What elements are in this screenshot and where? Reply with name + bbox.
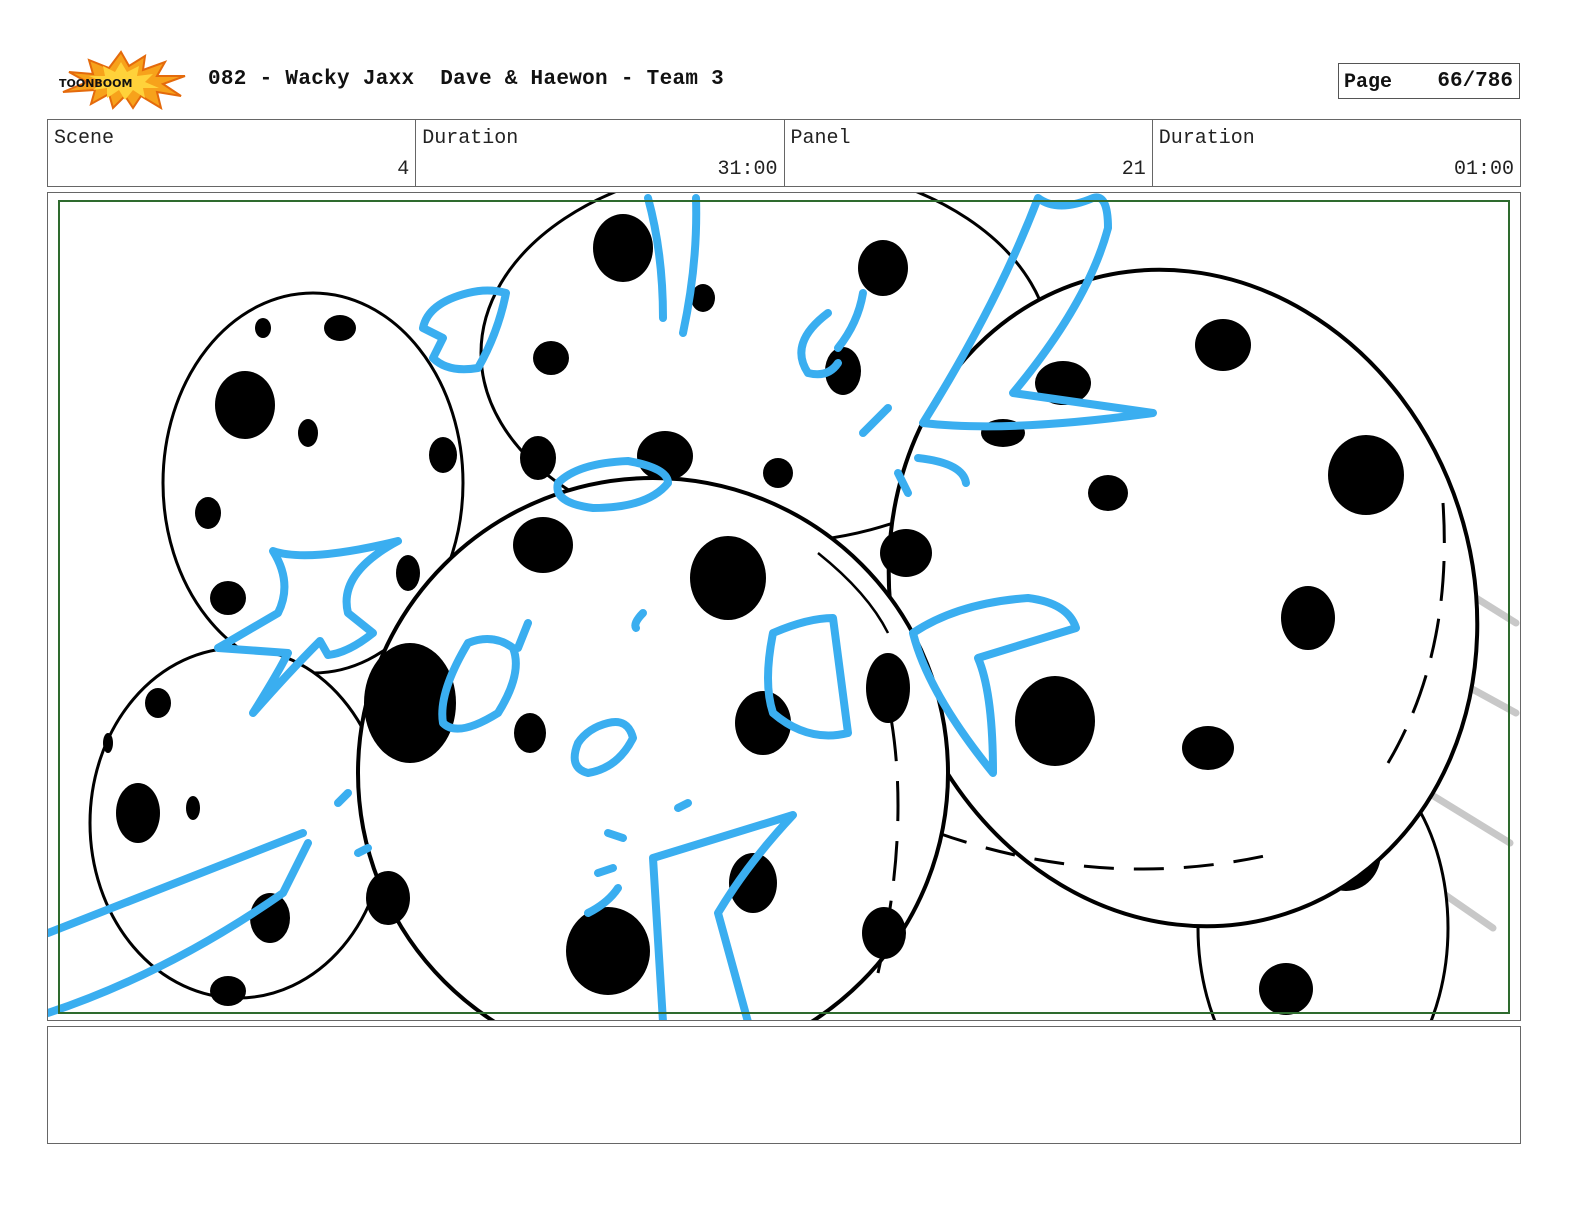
page-label: Page [1344, 71, 1393, 94]
panel-duration-value: 01:00 [1453, 158, 1514, 181]
scene-label: Scene [54, 127, 115, 150]
page-header: TOONBOOM 082 - Wacky Jaxx Dave & Haewon … [47, 44, 1521, 116]
panel-drawing [48, 193, 1520, 1020]
scene-cell: Scene 4 [48, 120, 417, 186]
panel-duration-label: Duration [1158, 127, 1255, 150]
page-number: 66/786 [1437, 70, 1513, 93]
cookie-left-bottom [88, 646, 388, 1006]
scene-duration-cell: Duration 31:00 [416, 120, 785, 186]
storyboard-panel [47, 192, 1521, 1021]
scene-duration-label: Duration [422, 127, 519, 150]
storyboard-title: 082 - Wacky Jaxx Dave & Haewon - Team 3 [208, 68, 725, 91]
svg-text:TOONBOOM: TOONBOOM [59, 77, 132, 90]
panel-duration-cell: Duration 01:00 [1153, 120, 1520, 186]
scene-number: 4 [397, 158, 410, 181]
toonboom-logo: TOONBOOM [59, 50, 186, 110]
scene-duration-value: 31:00 [717, 158, 778, 181]
panel-label: Panel [790, 127, 851, 150]
panel-notes-box [47, 1026, 1521, 1144]
panel-number: 21 [1121, 158, 1146, 181]
panel-info-table: Scene 4 Duration 31:00 Panel 21 Duration… [47, 119, 1521, 187]
panel-cell: Panel 21 [785, 120, 1153, 186]
page-indicator: Page 66/786 [1338, 63, 1520, 99]
